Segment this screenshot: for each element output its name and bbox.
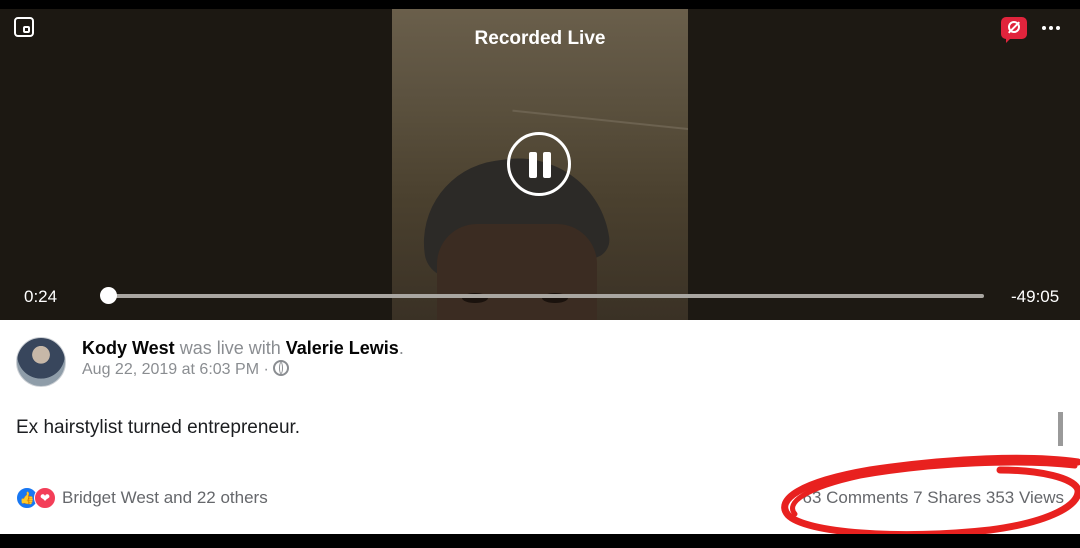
bottom-strip <box>0 534 1080 548</box>
red-annotation-circle <box>781 454 1080 539</box>
